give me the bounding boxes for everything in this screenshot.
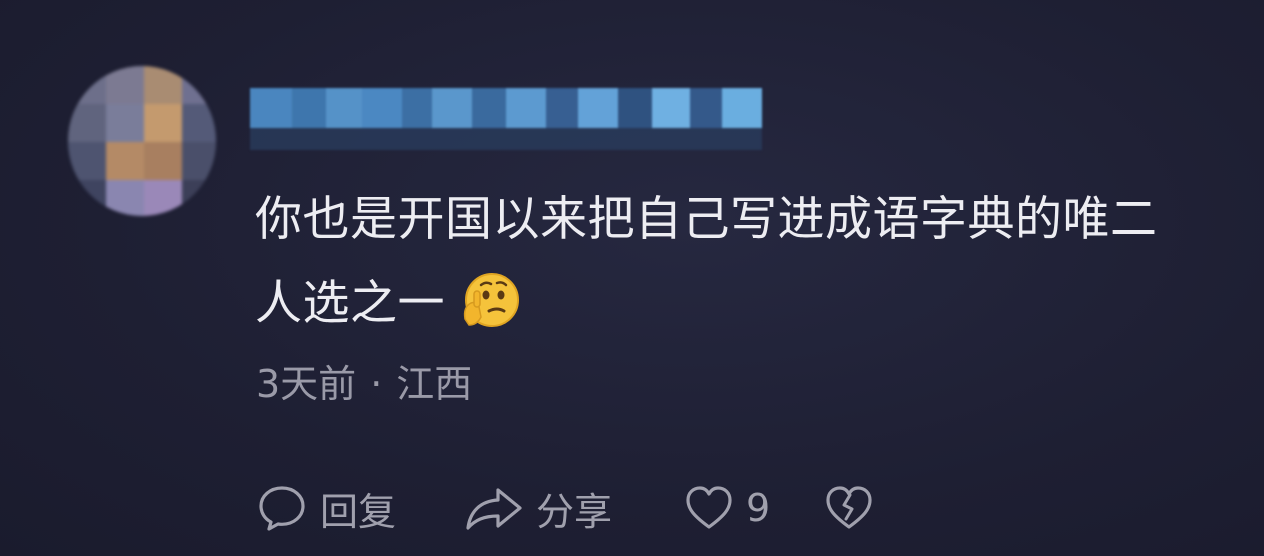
username-mosaic [250, 88, 762, 150]
comment-time: 3天前 [256, 362, 357, 406]
heart-icon [686, 486, 732, 529]
comment-text: 你也是开国以来把自己写进成语字典的唯二 人选之一 [255, 178, 1245, 346]
reply-label: 回复 [320, 489, 397, 534]
avatar-image [68, 66, 216, 216]
reply-button[interactable]: 回复 [256, 481, 426, 536]
share-arrow-icon [466, 488, 522, 530]
thinking-face-emoji-icon [459, 269, 521, 331]
action-bar: 回复 分享 9 [256, 478, 874, 538]
comment-card: 你也是开国以来把自己写进成语字典的唯二 人选之一 3天前 · 江西 回复 分享 … [0, 0, 1264, 556]
avatar[interactable] [68, 66, 216, 216]
comment-meta: 3天前 · 江西 [256, 356, 472, 412]
comment-location: 江西 [396, 362, 473, 406]
like-count: 9 [746, 486, 771, 530]
comment-line-1: 你也是开国以来把自己写进成语字典的唯二 [255, 192, 1158, 247]
username-redacted[interactable] [250, 88, 762, 150]
comment-line-2-wrap: 人选之一 [255, 262, 1245, 346]
share-label: 分享 [536, 489, 613, 534]
broken-heart-icon [826, 486, 872, 529]
share-button[interactable]: 分享 [464, 481, 642, 536]
dislike-button[interactable] [824, 484, 874, 532]
comment-line-2: 人选之一 [255, 276, 445, 331]
reply-bubble-icon [259, 486, 305, 531]
like-button[interactable]: 9 [684, 484, 778, 532]
meta-separator: · [370, 362, 383, 406]
